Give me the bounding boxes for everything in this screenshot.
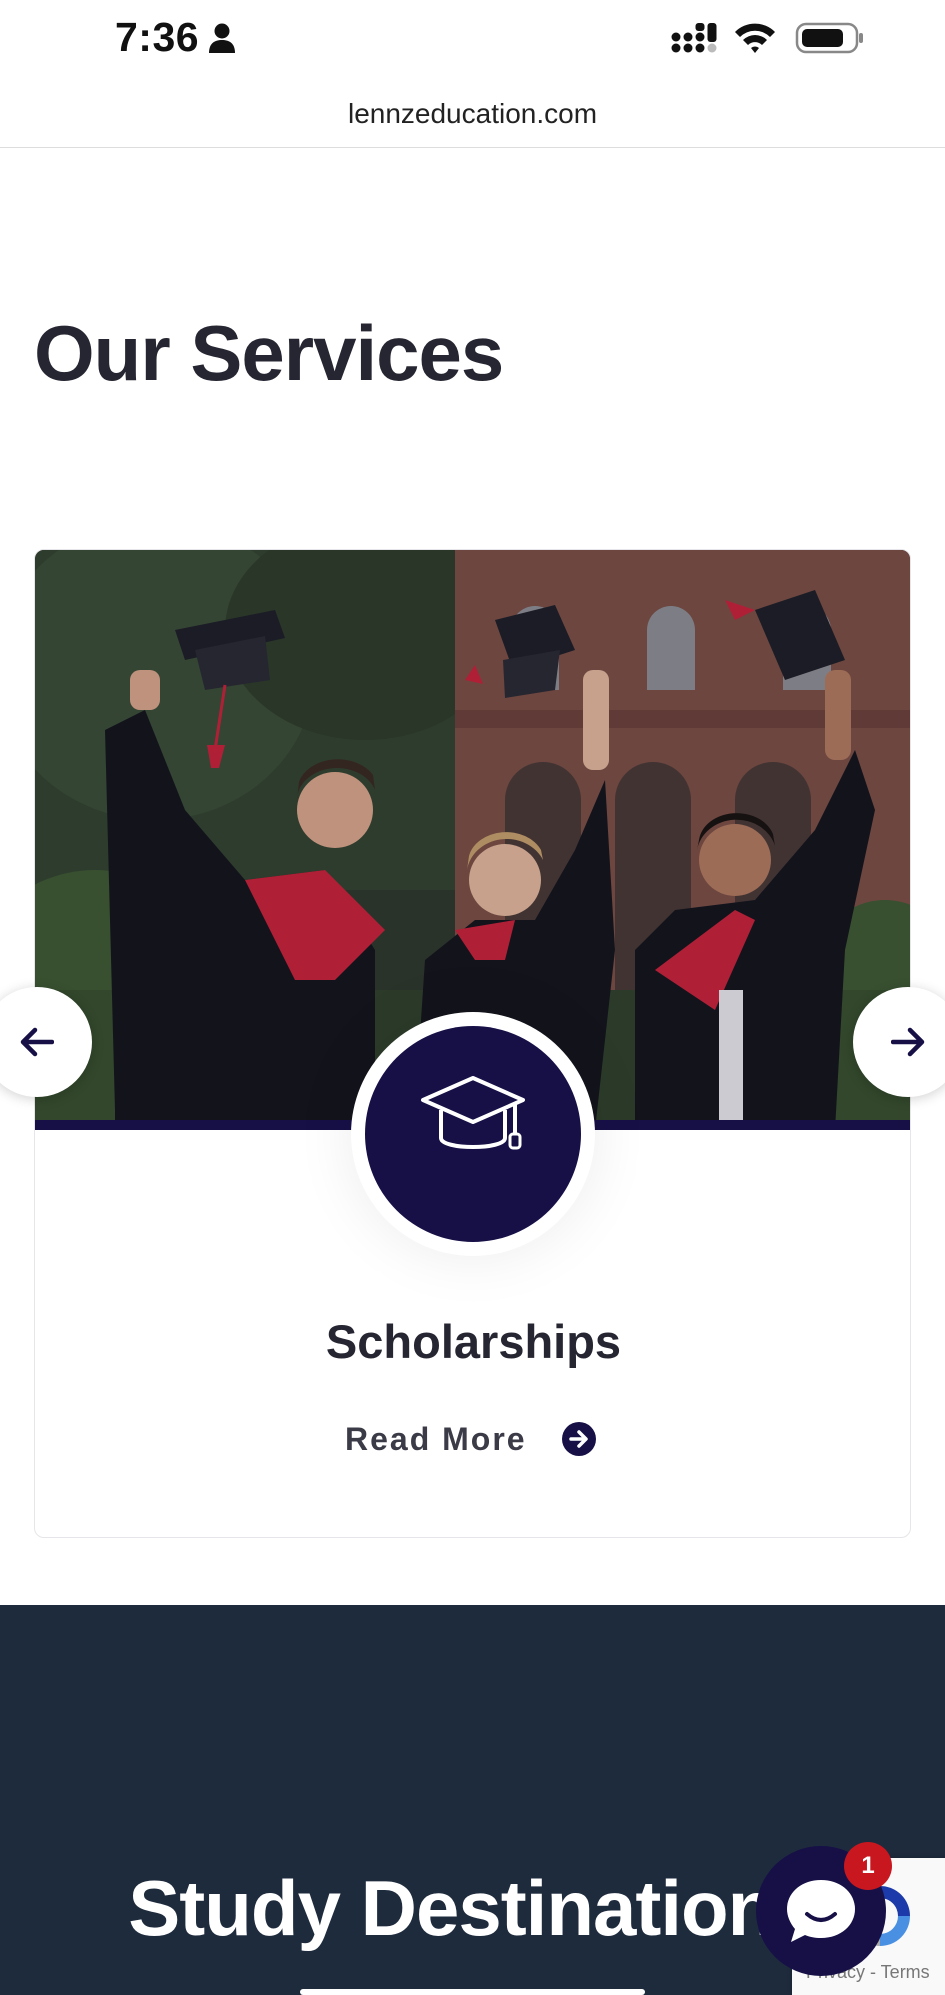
- battery-icon: [795, 22, 863, 54]
- status-bar: 7:36: [0, 0, 945, 80]
- service-card: Scholarships Read More: [34, 549, 911, 1538]
- section-title-our-services: Our Services: [34, 309, 504, 397]
- status-time: 7:36: [115, 14, 200, 60]
- graduation-cap-icon: [421, 1076, 525, 1150]
- person-icon: [209, 23, 235, 53]
- signal-icon: [671, 23, 717, 53]
- chat-notification-badge: 1: [844, 1842, 892, 1890]
- arrow-circle-right-icon[interactable]: [561, 1421, 597, 1457]
- arrow-right-icon: [891, 1027, 925, 1057]
- read-more-label[interactable]: Read More: [345, 1421, 527, 1458]
- chat-bubble-icon: [787, 1880, 855, 1942]
- wifi-icon: [735, 23, 775, 53]
- read-more-link[interactable]: Read More: [345, 1416, 597, 1462]
- address-bar[interactable]: lennzeducation.com: [0, 80, 945, 148]
- title-underline: [300, 1989, 645, 1995]
- service-card-title: Scholarships: [325, 1315, 622, 1368]
- url-text[interactable]: lennzeducation.com: [0, 98, 945, 130]
- arrow-left-icon: [20, 1027, 54, 1057]
